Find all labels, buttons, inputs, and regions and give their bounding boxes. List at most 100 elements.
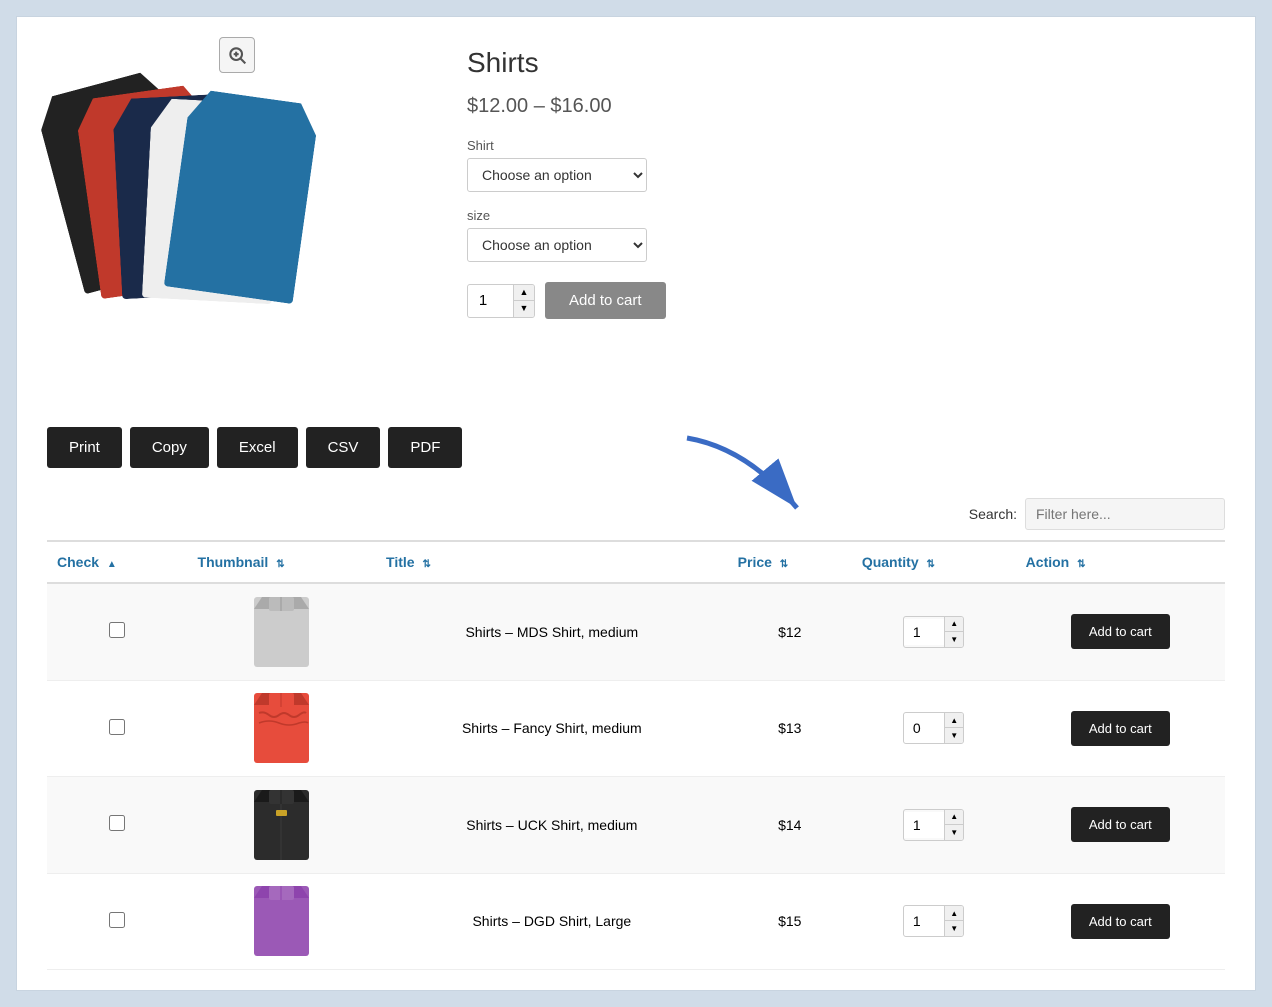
pdf-button[interactable]: PDF <box>388 427 462 468</box>
table-section: Search: Check ▲ Thumbnail ⇅ Title ⇅ Pric… <box>47 498 1225 970</box>
check-cell <box>47 777 188 874</box>
price-cell: $12 <box>728 583 852 680</box>
action-cell: Add to cart <box>1016 680 1225 777</box>
search-input[interactable] <box>1025 498 1225 530</box>
row-add-to-cart-button[interactable]: Add to cart <box>1071 614 1170 649</box>
product-image <box>57 81 397 391</box>
action-cell: Add to cart <box>1016 583 1225 680</box>
row-checkbox[interactable] <box>109 622 125 638</box>
data-table: Check ▲ Thumbnail ⇅ Title ⇅ Price ⇅ Quan… <box>47 540 1225 970</box>
add-to-cart-button[interactable]: Add to cart <box>545 282 666 319</box>
thumbnail-image <box>252 884 312 959</box>
product-title: Shirts <box>467 47 1225 79</box>
sort-icon-action: ⇅ <box>1077 559 1085 570</box>
row-checkbox[interactable] <box>109 912 125 928</box>
row-quantity-input[interactable] <box>904 715 944 741</box>
row-add-to-cart-button[interactable]: Add to cart <box>1071 904 1170 939</box>
action-buttons-row: Print Copy Excel CSV PDF <box>47 427 1225 468</box>
sort-icon-thumbnail: ⇅ <box>276 559 284 570</box>
shirt-blue <box>164 88 321 304</box>
check-cell <box>47 873 188 970</box>
table-row: Shirts – MDS Shirt, medium$12 ▲▼ Add to ca… <box>47 583 1225 680</box>
title-cell: Shirts – Fancy Shirt, medium <box>376 680 728 777</box>
quantity-up-button[interactable]: ▲ <box>514 285 534 301</box>
thumbnail-cell <box>188 583 376 680</box>
quantity-cell: ▲▼ <box>852 777 1016 874</box>
shirt-select[interactable]: Choose an option MDS Shirt Fancy Shirt U… <box>467 158 647 192</box>
table-body: Shirts – MDS Shirt, medium$12▲▼Add to ca… <box>47 583 1225 970</box>
col-thumbnail[interactable]: Thumbnail ⇅ <box>188 541 376 583</box>
row-qty-up-button[interactable]: ▲ <box>945 617 963 632</box>
copy-button[interactable]: Copy <box>130 427 209 468</box>
price-cell: $15 <box>728 873 852 970</box>
row-add-to-cart-button[interactable]: Add to cart <box>1071 711 1170 746</box>
quantity-down-button[interactable]: ▼ <box>514 301 534 317</box>
price-cell: $13 <box>728 680 852 777</box>
row-qty-up-button[interactable]: ▲ <box>945 810 963 825</box>
col-title[interactable]: Title ⇅ <box>376 541 728 583</box>
row-quantity-input[interactable] <box>904 812 944 838</box>
row-qty-spinners: ▲▼ <box>944 713 963 743</box>
row-qty-spinners: ▲▼ <box>944 906 963 936</box>
search-label: Search: <box>969 506 1017 522</box>
size-label: size <box>467 208 1225 223</box>
thumbnail-image <box>252 691 312 766</box>
row-qty-spinners: ▲▼ <box>944 810 963 840</box>
quantity-cell: ▲▼ <box>852 873 1016 970</box>
csv-button[interactable]: CSV <box>306 427 381 468</box>
row-checkbox[interactable] <box>109 815 125 831</box>
price-cell: $14 <box>728 777 852 874</box>
row-quantity-stepper: ▲▼ <box>903 712 964 744</box>
col-price[interactable]: Price ⇅ <box>728 541 852 583</box>
title-cell: Shirts – UCK Shirt, medium <box>376 777 728 874</box>
thumbnail-cell <box>188 680 376 777</box>
row-qty-down-button[interactable]: ▼ <box>945 728 963 743</box>
thumbnail-image <box>252 787 312 862</box>
zoom-icon[interactable] <box>219 37 255 73</box>
thumbnail-image <box>252 594 312 669</box>
size-select[interactable]: Choose an option Small Medium Large X-La… <box>467 228 647 262</box>
table-row: Shirts – UCK Shirt, medium$14 ▲▼ Add to ca… <box>47 777 1225 874</box>
quantity-stepper: ▲ ▼ <box>467 284 535 318</box>
quantity-cell: ▲▼ <box>852 583 1016 680</box>
table-toolbar: Search: <box>47 498 1225 530</box>
row-qty-spinners: ▲▼ <box>944 617 963 647</box>
quantity-spinners: ▲ ▼ <box>513 285 534 317</box>
row-quantity-stepper: ▲▼ <box>903 809 964 841</box>
table-header: Check ▲ Thumbnail ⇅ Title ⇅ Price ⇅ Quan… <box>47 541 1225 583</box>
quantity-input[interactable] <box>468 286 513 315</box>
shirt-label: Shirt <box>467 138 1225 153</box>
sort-icon-check: ▲ <box>107 559 117 570</box>
shirt-option-group: Shirt Choose an option MDS Shirt Fancy S… <box>467 138 1225 192</box>
product-details: Shirts $12.00 – $16.00 Shirt Choose an o… <box>467 37 1225 397</box>
thumbnail-cell <box>188 777 376 874</box>
table-header-row: Check ▲ Thumbnail ⇅ Title ⇅ Price ⇅ Quan… <box>47 541 1225 583</box>
page-container: Shirts $12.00 – $16.00 Shirt Choose an o… <box>16 16 1256 991</box>
check-cell <box>47 680 188 777</box>
action-cell: Add to cart <box>1016 873 1225 970</box>
row-quantity-stepper: ▲▼ <box>903 616 964 648</box>
size-option-group: size Choose an option Small Medium Large… <box>467 208 1225 262</box>
col-quantity[interactable]: Quantity ⇅ <box>852 541 1016 583</box>
row-quantity-input[interactable] <box>904 619 944 645</box>
add-to-cart-area: ▲ ▼ Add to cart <box>467 282 1225 319</box>
row-qty-up-button[interactable]: ▲ <box>945 713 963 728</box>
row-qty-down-button[interactable]: ▼ <box>945 632 963 647</box>
thumbnail-cell <box>188 873 376 970</box>
row-qty-up-button[interactable]: ▲ <box>945 906 963 921</box>
sort-icon-title: ⇅ <box>422 559 430 570</box>
row-qty-down-button[interactable]: ▼ <box>945 825 963 840</box>
col-check[interactable]: Check ▲ <box>47 541 188 583</box>
price-range: $12.00 – $16.00 <box>467 95 1225 118</box>
row-qty-down-button[interactable]: ▼ <box>945 921 963 936</box>
col-action[interactable]: Action ⇅ <box>1016 541 1225 583</box>
product-section: Shirts $12.00 – $16.00 Shirt Choose an o… <box>47 37 1225 397</box>
excel-button[interactable]: Excel <box>217 427 298 468</box>
row-add-to-cart-button[interactable]: Add to cart <box>1071 807 1170 842</box>
quantity-cell: ▲▼ <box>852 680 1016 777</box>
row-checkbox[interactable] <box>109 719 125 735</box>
print-button[interactable]: Print <box>47 427 122 468</box>
title-cell: Shirts – MDS Shirt, medium <box>376 583 728 680</box>
sort-icon-quantity: ⇅ <box>927 559 935 570</box>
row-quantity-input[interactable] <box>904 908 944 934</box>
